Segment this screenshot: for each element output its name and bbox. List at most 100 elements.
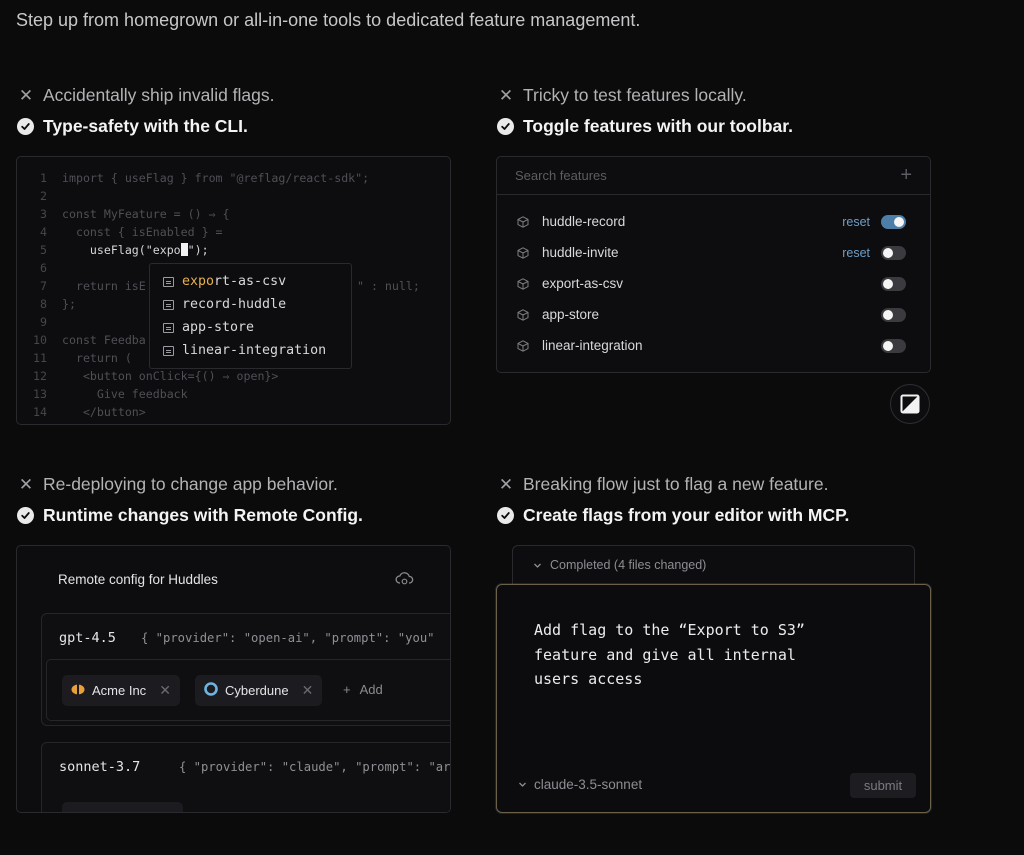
feature-toggle[interactable] [881, 214, 906, 229]
feature-toggle[interactable] [881, 338, 906, 353]
remote-pain-text: Re-deploying to change app behavior. [43, 474, 338, 494]
remove-chip-icon[interactable]: ✕ [159, 682, 171, 699]
line-number: 11 [33, 351, 47, 365]
reset-link[interactable]: reset [842, 215, 870, 229]
autocomplete-item[interactable]: linear-integration [150, 339, 351, 362]
autocomplete-item[interactable]: app-store [150, 316, 351, 339]
config-card-sonnet[interactable]: sonnet-3.7 { "provider": "claude", "prom… [41, 742, 451, 812]
theme-toggle-button[interactable] [890, 384, 930, 424]
snippet-icon [163, 276, 174, 287]
feature-row[interactable]: export-as-csv [497, 268, 930, 299]
toolbar-pain-text: Tricky to test features locally. [523, 85, 747, 105]
toolbar-benefit-text: Toggle features with our toolbar. [523, 116, 793, 136]
model-name: claude-3.5-sonnet [534, 777, 643, 792]
prompt-line: Add flag to the “Export to S3” [534, 621, 805, 639]
feature-row[interactable]: linear-integration [497, 330, 930, 361]
code-line: Give feedback [62, 387, 188, 401]
chevron-down-icon [534, 563, 541, 568]
company-chip-acme[interactable]: Acme Inc ✕ [62, 675, 180, 706]
feature-name: app-store [542, 307, 600, 322]
feature-name: huddle-invite [542, 245, 619, 260]
autocomplete-item[interactable]: record-huddle [150, 293, 351, 316]
config-card-gpt[interactable]: gpt-4.5 { "provider": "open-ai", "prompt… [41, 613, 450, 726]
code-line: return ( [62, 351, 132, 365]
text-cursor [180, 243, 188, 256]
feature-name: export-as-csv [542, 276, 624, 291]
x-icon: ✕ [18, 474, 34, 494]
feature-toggle[interactable] [881, 245, 906, 260]
cube-icon [517, 246, 529, 259]
add-label: Add [359, 682, 383, 697]
cli-pain-point: ✕ Accidentally ship invalid flags. [18, 85, 275, 106]
cube-icon [517, 277, 529, 290]
code-line: return isE [62, 279, 146, 293]
autocomplete-label: linear-integration [182, 343, 327, 358]
code-line: }; [62, 297, 76, 311]
feature-name: huddle-record [542, 214, 626, 229]
line-number: 7 [40, 279, 47, 293]
feature-toggle[interactable] [881, 307, 906, 322]
snippet-icon [163, 299, 174, 310]
line-number: 6 [40, 261, 47, 275]
toggle-knob [883, 278, 893, 289]
model-selector[interactable]: claude-3.5-sonnet [518, 777, 642, 792]
autocomplete-item[interactable]: export-as-csv [150, 270, 351, 293]
autocomplete-label: record-huddle [182, 297, 287, 312]
prompt-text[interactable]: Add flag to the “Export to S3” feature a… [534, 618, 805, 692]
code-line: <button onClick={() ⇒ open}> [62, 369, 279, 383]
code-line: const MyFeature = () ⇒ { [62, 207, 230, 221]
search-placeholder: Search features [515, 168, 607, 183]
company-chip-cyberdune[interactable]: Cyberdune ✕ [195, 675, 323, 706]
cli-benefit: Type-safety with the CLI. [17, 116, 248, 137]
toggle-knob [883, 247, 893, 258]
toggle-knob [894, 216, 904, 227]
line-number: 10 [33, 333, 47, 347]
feature-row[interactable]: huddle-record reset [497, 206, 930, 237]
config-key: sonnet-3.7 [59, 759, 141, 775]
autocomplete-label: app-store [182, 320, 255, 335]
acme-logo-icon [71, 683, 85, 698]
code-line-tail: " : null; [357, 279, 420, 293]
add-feature-button[interactable]: + [900, 164, 912, 187]
intro-text: Step up from homegrown or all-in-one too… [16, 10, 641, 30]
mcp-benefit-text: Create flags from your editor with MCP. [523, 505, 850, 525]
cyberdune-logo-icon [204, 682, 218, 699]
toggle-knob [883, 309, 893, 320]
feature-row[interactable]: huddle-invite reset [497, 237, 930, 268]
line-number: 8 [40, 297, 47, 311]
check-circle-icon [497, 507, 514, 524]
completed-summary[interactable]: Completed (4 files changed) [533, 558, 706, 572]
config-value: { "provider": "claude", "prompt": "ar [179, 760, 451, 774]
cloud-sync-icon[interactable] [395, 570, 414, 592]
chip-label: Cyberdune [225, 683, 289, 698]
line-number: 13 [33, 387, 47, 401]
code-editor-panel: 1 import { useFlag } from "@reflag/react-… [16, 156, 451, 425]
reset-link[interactable]: reset [842, 246, 870, 260]
check-circle-icon [17, 507, 34, 524]
line-number: 1 [40, 171, 47, 185]
toolbar-benefit: Toggle features with our toolbar. [497, 116, 793, 137]
feature-search-input[interactable]: Search features + [497, 157, 930, 195]
config-key: gpt-4.5 [59, 630, 116, 646]
chip-placeholder [62, 802, 183, 812]
cli-pain-text: Accidentally ship invalid flags. [43, 85, 275, 105]
mcp-prompt-box[interactable]: Add flag to the “Export to S3” feature a… [496, 584, 931, 813]
chip-label: Acme Inc [92, 683, 147, 698]
remove-chip-icon[interactable]: ✕ [302, 682, 314, 699]
cube-icon [517, 215, 529, 228]
contrast-icon [900, 394, 920, 414]
add-company-button[interactable]: + Add [343, 682, 383, 697]
completed-label: Completed (4 files changed) [550, 558, 707, 572]
feature-name: linear-integration [542, 338, 643, 353]
line-number: 3 [40, 207, 47, 221]
config-value: { "provider": "open-ai", "prompt": "you" [141, 631, 435, 645]
line-number: 12 [33, 369, 47, 383]
feature-toggle[interactable] [881, 276, 906, 291]
feature-row[interactable]: app-store [497, 299, 930, 330]
submit-button[interactable]: submit [850, 773, 916, 798]
line-number: 9 [40, 315, 47, 329]
x-icon: ✕ [498, 474, 514, 494]
code-line: const { isEnabled } = [62, 225, 223, 239]
x-icon: ✕ [18, 85, 34, 105]
line-number: 5 [40, 243, 47, 257]
